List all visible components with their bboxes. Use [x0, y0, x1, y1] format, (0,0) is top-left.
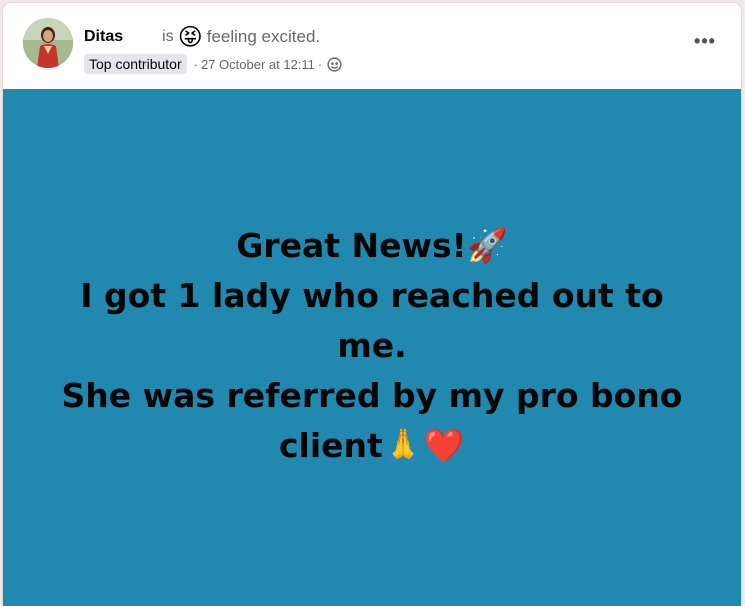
- public-globe-icon[interactable]: [327, 56, 342, 72]
- rocket-emoji-icon: 🚀: [466, 225, 508, 265]
- post-line: I got 1 lady who reached out to me.: [80, 275, 664, 365]
- pray-heart-emoji-icon: 🙏❤️: [382, 425, 466, 465]
- meta-separator: ·: [317, 56, 323, 72]
- post-line: client🙏❤️: [278, 425, 466, 465]
- more-options-button[interactable]: •••: [689, 29, 721, 53]
- author-line: Ditas is 😝 feeling excited.: [84, 23, 320, 51]
- feeling-emoji-icon: 😝: [177, 23, 203, 51]
- post-timestamp[interactable]: 27 October at 12:11: [201, 57, 315, 72]
- post-meta: Top contributor · 27 October at 12:11 ·: [84, 53, 342, 75]
- post-line: She was referred by my pro bono: [61, 375, 683, 415]
- author-name[interactable]: Ditas: [84, 28, 123, 46]
- post-card: Ditas is 😝 feeling excited. Top contribu…: [3, 3, 741, 606]
- meta-separator: ·: [193, 56, 198, 72]
- post-header: Ditas is 😝 feeling excited. Top contribu…: [3, 3, 741, 89]
- post-text: Great News!🚀 I got 1 lady who reached ou…: [42, 221, 702, 471]
- author-avatar[interactable]: [23, 18, 73, 68]
- avatar-image: [23, 18, 73, 68]
- is-word: is: [162, 28, 174, 45]
- feeling-text[interactable]: feeling excited.: [207, 27, 320, 47]
- post-line: Great News!🚀: [236, 225, 508, 265]
- more-options-icon: •••: [694, 31, 716, 51]
- post-body: Great News!🚀 I got 1 lady who reached ou…: [3, 89, 741, 606]
- top-contributor-badge[interactable]: Top contributor: [84, 54, 187, 74]
